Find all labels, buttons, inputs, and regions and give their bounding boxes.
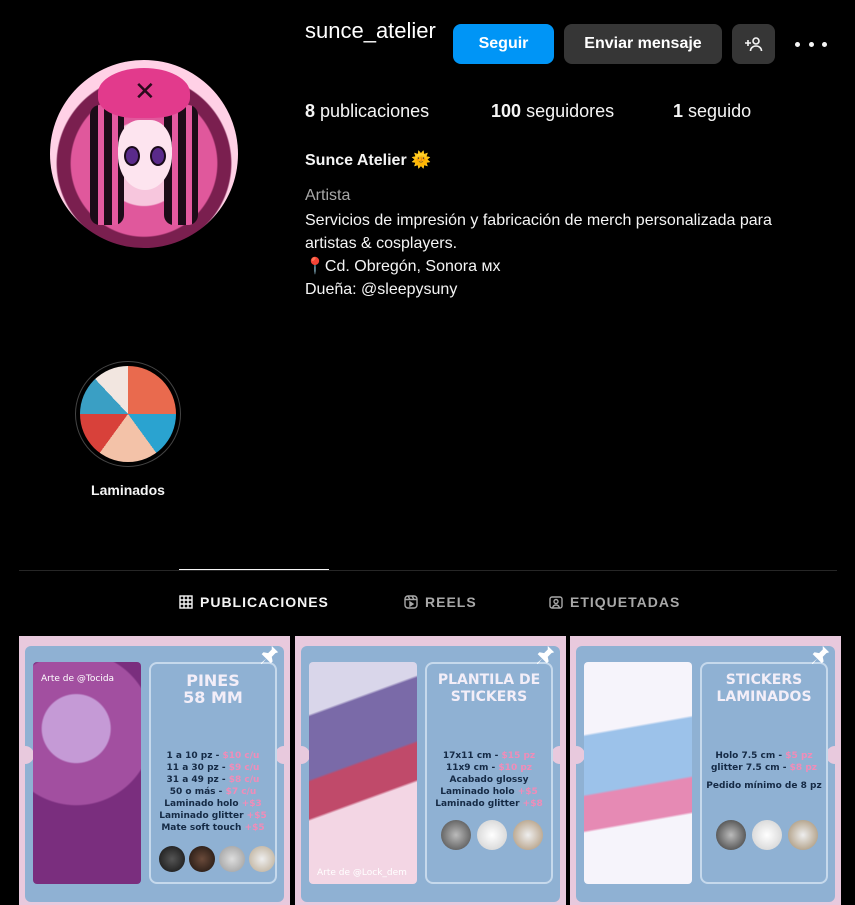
profile-username: sunce_atelier — [305, 18, 436, 43]
suggest-user-button[interactable] — [732, 24, 775, 64]
price-list: 17x11 cm - $15 pz 11x9 cm - $10 pz Acaba… — [435, 751, 543, 809]
post-title: PINES 58 MM — [183, 671, 243, 707]
bio-line: artistas & cosplayers. — [305, 235, 458, 252]
highlight-laminados[interactable] — [75, 361, 181, 467]
ticket-graphic: STICKERS LAMINADOS Holo 7.5 cm - $5 pz gl… — [570, 646, 841, 902]
send-message-button[interactable]: Enviar mensaje — [564, 24, 722, 64]
post-art — [33, 662, 141, 884]
profile-bio: Servicios de impresión y fabricación de … — [305, 209, 835, 301]
tabs-divider — [19, 570, 837, 571]
price-list: 1 a 10 pz - $10 c/u 11 a 30 pz - $9 c/u … — [159, 751, 267, 833]
post-art — [584, 662, 692, 884]
pinned-icon — [260, 645, 279, 665]
bio-line: Servicios de impresión y fabricación de … — [305, 212, 772, 229]
price-list: Holo 7.5 cm - $5 pz glitter 7.5 cm - $8 … — [706, 751, 822, 791]
stat-followers[interactable]: 100 seguidores — [491, 101, 614, 122]
more-dot-icon — [795, 41, 800, 47]
more-dot-icon — [822, 41, 827, 47]
bio-line: 📍Cd. Obregón, Sonora ᴍx — [305, 258, 501, 275]
tab-label: REELS — [425, 594, 477, 610]
tagged-icon — [549, 596, 563, 609]
art-caption: Arte de @Tocida — [41, 674, 115, 684]
active-tab-indicator — [179, 569, 329, 570]
follow-button[interactable]: Seguir — [453, 24, 554, 64]
post-title: STICKERS LAMINADOS — [716, 672, 812, 705]
post-tile-stickers-laminados[interactable]: STICKERS LAMINADOS Holo 7.5 cm - $5 pz gl… — [570, 636, 841, 905]
grid-icon — [179, 595, 193, 609]
tab-etiquetadas[interactable]: ETIQUETADAS — [549, 594, 680, 610]
tab-reels[interactable]: REELS — [404, 594, 477, 610]
post-title: PLANTILA DE STICKERS — [437, 672, 541, 705]
profile-full-name: Sunce Atelier 🌞 — [305, 152, 432, 169]
avatar-eye-left — [124, 146, 140, 166]
ticket-graphic: Arte de @Lock_dem PLANTILA DE STICKERS 17… — [295, 646, 566, 902]
bio-line[interactable]: Dueña: @sleepysuny — [305, 278, 835, 301]
more-dot-icon — [808, 41, 814, 47]
tab-publicaciones[interactable]: PUBLICACIONES — [179, 594, 329, 610]
highlight-cover — [80, 366, 176, 462]
pinned-icon — [536, 645, 555, 665]
art-caption: Arte de @Lock_dem — [317, 868, 407, 878]
finish-swatches — [716, 820, 818, 850]
stat-posts: 8 publicaciones — [305, 101, 430, 121]
stat-following[interactable]: 1 seguido — [673, 101, 751, 122]
post-art — [309, 662, 417, 884]
post-tile-pines[interactable]: Arte de @Tocida PINES 58 MM 1 a 10 pz - $… — [19, 636, 290, 905]
profile-avatar[interactable] — [50, 60, 238, 248]
tab-label: PUBLICACIONES — [200, 594, 329, 610]
posts-grid: Arte de @Tocida PINES 58 MM 1 a 10 pz - $… — [19, 636, 841, 905]
pinned-icon — [811, 645, 830, 665]
avatar-hat — [98, 68, 190, 118]
reels-icon — [404, 595, 418, 609]
ticket-graphic: Arte de @Tocida PINES 58 MM 1 a 10 pz - $… — [19, 646, 290, 902]
highlight-label: Laminados — [91, 482, 165, 498]
add-user-icon — [744, 37, 762, 52]
more-options-button[interactable] — [795, 32, 827, 56]
post-tile-plantilla[interactable]: Arte de @Lock_dem PLANTILA DE STICKERS 17… — [295, 636, 566, 905]
avatar-eye-right — [150, 146, 166, 166]
tab-label: ETIQUETADAS — [570, 594, 681, 610]
finish-swatches — [159, 846, 275, 872]
finish-swatches — [441, 820, 543, 850]
profile-category: Artista — [305, 187, 351, 204]
